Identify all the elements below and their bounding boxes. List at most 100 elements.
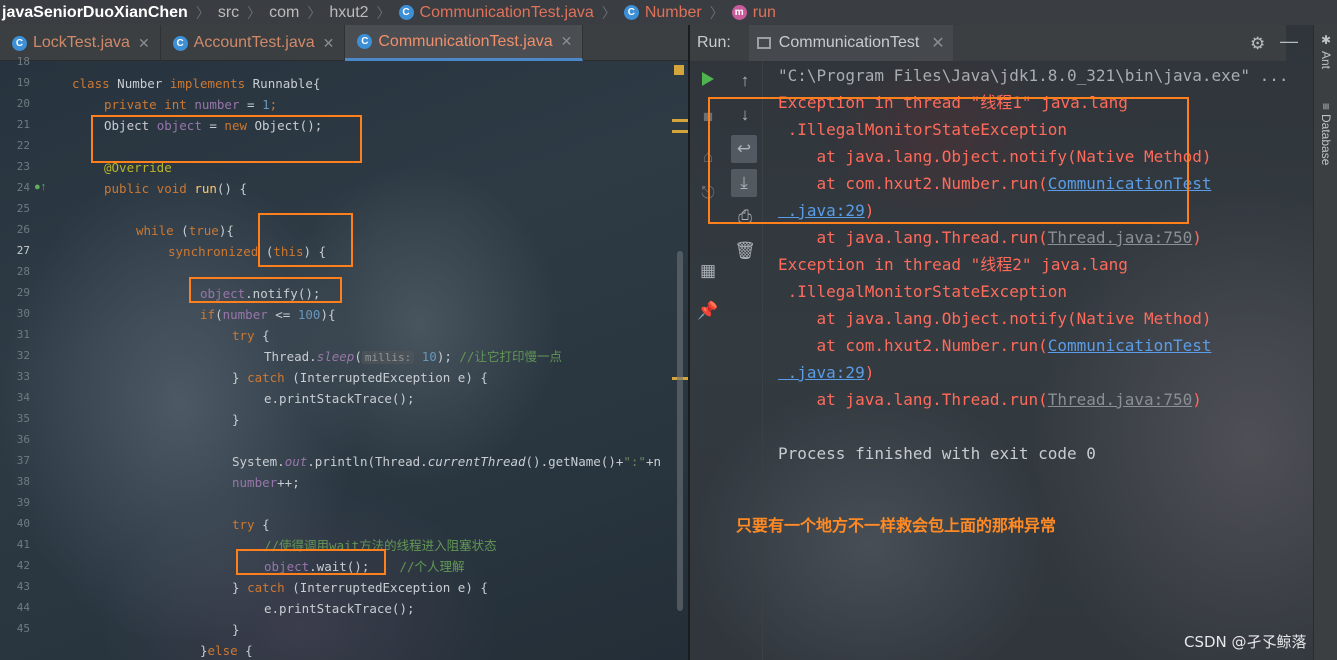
line-number: 26: [16, 223, 30, 236]
close-icon[interactable]: ✕: [561, 33, 573, 50]
close-icon[interactable]: ✕: [138, 35, 150, 52]
close-icon[interactable]: ✕: [323, 35, 335, 52]
source-link[interactable]: Thread.java:750: [1048, 228, 1193, 247]
line-number: 32: [16, 349, 30, 362]
code-line: while (true){: [136, 223, 234, 238]
close-icon[interactable]: ✕: [931, 33, 944, 53]
breadcrumb-class[interactable]: C Number: [623, 3, 702, 22]
line-number: 37: [16, 454, 30, 467]
chevron-right-icon: 〉: [247, 4, 262, 21]
code-line: e.printStackTrace();: [264, 601, 415, 616]
pin-icon[interactable]: 📌: [690, 297, 726, 325]
source-link[interactable]: Thread.java:750: [1048, 390, 1193, 409]
right-tool-strip: ✱ Ant ≡ Database: [1313, 25, 1337, 660]
layout-button[interactable]: ▦: [690, 257, 726, 285]
class-icon: C: [12, 35, 27, 51]
trash-icon[interactable]: 🗑: [727, 237, 763, 265]
code-line: private int number = 1;: [104, 97, 278, 112]
tab-label: CommunicationTest.java: [378, 32, 553, 50]
rerun-button[interactable]: [690, 65, 726, 93]
tab-communicationtest[interactable]: C CommunicationTest.java ✕: [345, 25, 584, 61]
code-line: System.out.println(Thread.currentThread(…: [232, 454, 662, 469]
code-line: Thread.sleep(millis: 10); //让它打印慢一点: [264, 349, 562, 364]
side-tab-ant[interactable]: ✱ Ant: [1314, 33, 1337, 89]
code-line: number++;: [232, 475, 300, 490]
ant-icon: ✱: [1319, 33, 1333, 47]
breadcrumb-method[interactable]: m run: [731, 3, 776, 22]
console-line: at java.lang.Thread.run(Thread.java:750): [778, 390, 1202, 409]
code-line: }else {: [200, 643, 253, 658]
scroll-marker[interactable]: [672, 130, 688, 133]
code-line: }: [232, 622, 240, 637]
line-number: 21: [16, 118, 30, 131]
line-number: 23: [16, 160, 30, 173]
source-link[interactable]: CommunicationTest: [1048, 336, 1212, 355]
breadcrumb-class-label: Number: [644, 3, 702, 21]
breadcrumb-file-label: CommunicationTest.java: [419, 3, 594, 21]
up-arrow-icon[interactable]: ↑: [727, 67, 763, 95]
code-line: try {: [232, 328, 270, 343]
line-number: 40: [16, 517, 30, 530]
side-tab-database[interactable]: ≡ Database: [1314, 103, 1337, 203]
tab-run-communicationtest[interactable]: CommunicationTest ✕: [748, 25, 953, 61]
class-icon: C: [172, 35, 188, 51]
breadcrumb-com[interactable]: com: [269, 4, 299, 22]
line-number: 41: [16, 538, 30, 551]
run-pane: Run: CommunicationTest ✕ ⚙ — ■ ⌂ ⎋ ▦ 📌 ↑ …: [690, 25, 1337, 660]
line-number: 38: [16, 475, 30, 488]
breadcrumb-project[interactable]: javaSeniorDuoXianChen: [2, 4, 188, 22]
scrollbar-thumb[interactable]: [677, 251, 683, 611]
run-header: Run: CommunicationTest ✕: [690, 25, 1286, 61]
gear-icon[interactable]: ⚙: [1250, 34, 1265, 54]
highlight-box: [189, 277, 342, 303]
annotation-note: 只要有一个地方不一样救会包上面的那种异常: [736, 516, 1057, 535]
line-number: 25: [16, 202, 30, 215]
breadcrumb-method-label: run: [752, 3, 776, 21]
highlight-box: [236, 549, 386, 575]
breadcrumb: javaSeniorDuoXianChen 〉 src 〉 com 〉 hxut…: [0, 0, 1337, 25]
source-link[interactable]: .java:29: [778, 363, 865, 382]
line-number: 19: [16, 76, 30, 89]
line-number: 33: [16, 370, 30, 383]
line-number: 45: [16, 622, 30, 635]
breadcrumb-src[interactable]: src: [218, 4, 239, 22]
database-icon: ≡: [1319, 103, 1333, 111]
highlight-box: [91, 115, 362, 163]
class-icon: C: [398, 5, 414, 20]
console-line: Process finished with exit code 0: [778, 444, 1096, 463]
watermark: CSDN @孑孓鲸落: [1184, 633, 1307, 651]
code-line: if(number <= 100){: [200, 307, 336, 322]
editor-tabs: C LockTest.java ✕ C AccountTest.java ✕ C Comm…: [0, 25, 688, 61]
console-line: .IllegalMonitorStateException: [778, 282, 1067, 301]
tab-label: AccountTest.java: [193, 34, 315, 51]
run-tab-label: CommunicationTest: [778, 34, 920, 51]
chevron-right-icon: 〉: [601, 4, 616, 21]
minimize-icon[interactable]: —: [1280, 31, 1298, 52]
class-icon: C: [357, 34, 373, 49]
editor-pane: C LockTest.java ✕ C AccountTest.java ✕ C Comm…: [0, 25, 688, 660]
tab-label: LockTest.java: [33, 34, 130, 51]
line-number: 39: [16, 496, 30, 509]
play-icon: [702, 72, 714, 86]
chevron-right-icon: 〉: [709, 4, 724, 21]
code-line: e.printStackTrace();: [264, 391, 415, 406]
scroll-marker[interactable]: [672, 119, 688, 122]
tab-accounttest[interactable]: C AccountTest.java ✕: [161, 25, 346, 61]
editor-scrollbar[interactable]: [672, 61, 688, 660]
side-tab-label: Ant: [1319, 51, 1333, 70]
method-icon: m: [731, 5, 747, 20]
code-line: try {: [232, 517, 270, 532]
warning-indicator-icon[interactable]: [674, 65, 684, 75]
console-icon: [756, 37, 771, 49]
line-number: 43: [16, 580, 30, 593]
highlight-box: [708, 97, 1189, 224]
line-number: 36: [16, 433, 30, 446]
code-line: }: [232, 412, 240, 427]
line-number: 22: [16, 139, 30, 152]
breadcrumb-hxut2[interactable]: hxut2: [329, 4, 368, 22]
breadcrumb-file[interactable]: C CommunicationTest.java: [398, 3, 594, 22]
console-line: at java.lang.Thread.run(Thread.java:750): [778, 228, 1202, 247]
override-marker-icon[interactable]: ●↑: [34, 181, 46, 193]
console-line: at java.lang.Object.notify(Native Method…: [778, 309, 1212, 328]
line-number: 42: [16, 559, 30, 572]
